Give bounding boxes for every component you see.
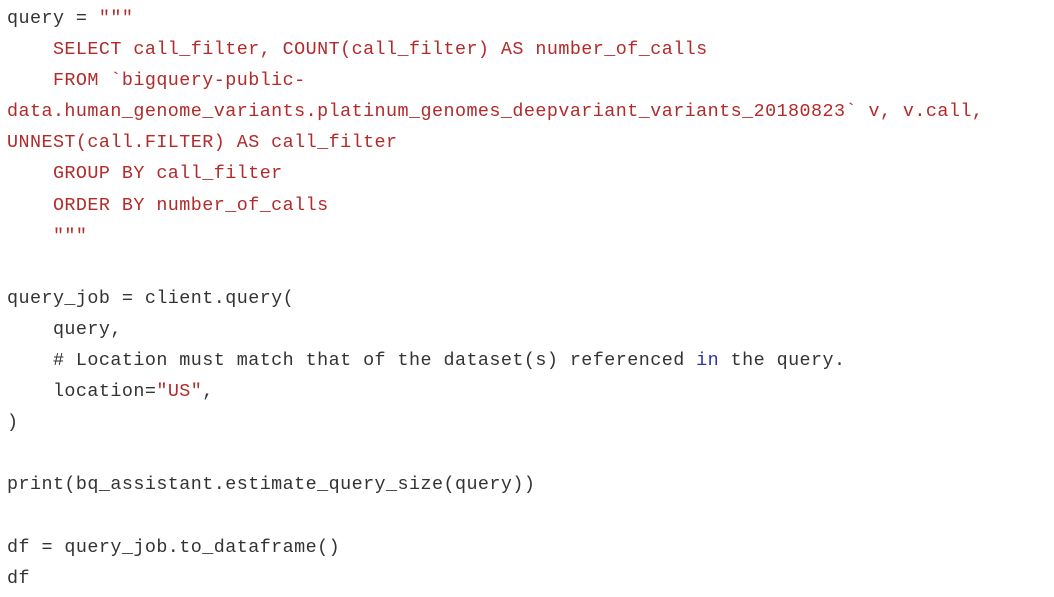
code-line-2: SELECT call_filter, COUNT(call_filter) A… <box>7 39 708 61</box>
code-cell[interactable]: query = """ SELECT call_filter, COUNT(ca… <box>7 3 983 594</box>
code-line-10: query_job = client.query( <box>7 287 295 309</box>
code-line-8: """ <box>7 225 88 247</box>
code-line-4: data.human_genome_variants.platinum_geno… <box>7 101 984 123</box>
code-line-11: query, <box>7 318 122 340</box>
code-line-12: # Location must match that of the datase… <box>7 345 983 376</box>
code-line-16: print(bq_assistant.estimate_query_size(q… <box>7 474 536 496</box>
keyword-in: in <box>696 350 720 372</box>
code-line-1: query = """ <box>7 3 983 34</box>
code-line-18: df = query_job.to_dataframe() <box>7 536 341 558</box>
code-text: location= <box>7 381 157 403</box>
code-line-14: ) <box>7 412 19 434</box>
code-line-7: ORDER BY number_of_calls <box>7 194 329 216</box>
string-literal: "US" <box>156 381 203 403</box>
code-line-13: location="US", <box>7 376 983 407</box>
string-literal: """ <box>98 8 134 29</box>
code-line-5: UNNEST(call.FILTER) AS call_filter <box>7 132 398 154</box>
code-text: , <box>202 381 214 403</box>
code-line-19: df <box>7 567 30 589</box>
code-line-6: GROUP BY call_filter <box>7 163 283 185</box>
comment-text: the query. <box>719 350 846 372</box>
code-line-3: FROM `bigquery-public- <box>7 70 306 92</box>
comment-text: # Location must match that of the datase… <box>7 350 697 372</box>
code-text: query = <box>7 8 99 29</box>
